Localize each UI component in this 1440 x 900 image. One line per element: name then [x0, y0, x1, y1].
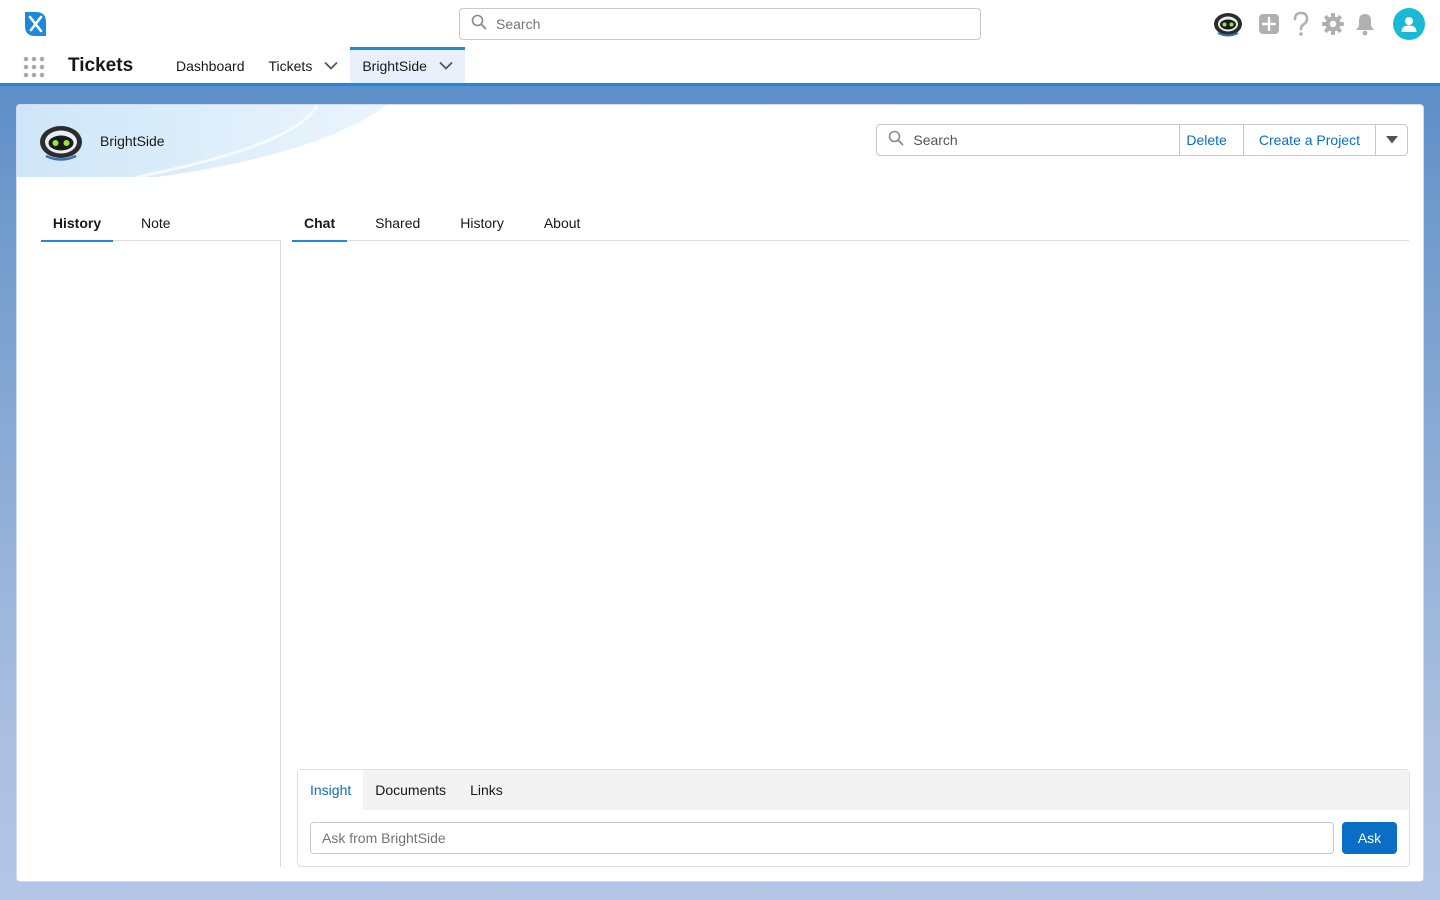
robot-avatar-icon[interactable]	[1211, 8, 1245, 40]
nav-item-tickets[interactable]: Tickets	[257, 48, 351, 83]
left-tab-bar: History Note	[41, 205, 281, 242]
composer-tab-bar: Insight Documents Links	[298, 770, 1409, 810]
right-tab-bar: Chat Shared History About	[292, 205, 1409, 242]
caret-down-icon	[1385, 131, 1398, 149]
record-title: BrightSide	[100, 133, 165, 149]
record-search-placeholder: Search	[913, 132, 958, 148]
search-icon	[471, 14, 487, 35]
more-actions-dropdown[interactable]	[1376, 125, 1407, 155]
gear-icon[interactable]	[1321, 8, 1345, 40]
record-search-input[interactable]: Search	[877, 125, 1181, 155]
delete-button[interactable]: Delete	[1180, 125, 1244, 155]
tab-note[interactable]: Note	[129, 205, 183, 241]
tab-insight[interactable]: Insight	[298, 770, 364, 810]
tab-about[interactable]: About	[532, 205, 593, 241]
nav-item-label: Tickets	[268, 57, 313, 74]
chevron-down-icon[interactable]	[324, 61, 338, 70]
create-project-button[interactable]: Create a Project	[1243, 125, 1376, 155]
app-launcher-icon[interactable]	[23, 56, 45, 78]
global-header: Search	[0, 0, 1440, 48]
ask-input[interactable]	[310, 822, 1334, 854]
bell-icon[interactable]	[1353, 8, 1377, 40]
record-header: BrightSide Search Delete Create a Projec…	[17, 105, 1423, 177]
tab-shared[interactable]: Shared	[363, 205, 432, 241]
tab-links[interactable]: Links	[458, 770, 515, 810]
app-name: Tickets	[68, 55, 134, 76]
record-card: BrightSide Search Delete Create a Projec…	[16, 104, 1424, 882]
help-icon[interactable]	[1289, 8, 1313, 40]
header-icon-group	[1211, 8, 1425, 40]
record-actions: Search Delete Create a Project	[876, 124, 1408, 156]
tab-history[interactable]: History	[448, 205, 516, 241]
nav-item-label: BrightSide	[362, 57, 427, 74]
chevron-down-icon[interactable]	[439, 61, 453, 70]
nav-items: Dashboard Tickets BrightSide	[164, 47, 465, 83]
robot-avatar-icon	[37, 123, 85, 163]
tab-history[interactable]: History	[41, 205, 113, 242]
ask-button[interactable]: Ask	[1342, 822, 1397, 854]
nav-item-label: Dashboard	[176, 57, 245, 74]
search-icon	[888, 130, 904, 151]
chat-composer: Insight Documents Links Ask	[297, 769, 1410, 867]
plus-icon[interactable]	[1257, 8, 1281, 40]
tab-chat[interactable]: Chat	[292, 205, 348, 242]
panel-divider	[280, 241, 281, 867]
nav-item-brightside[interactable]: BrightSide	[350, 47, 465, 83]
user-avatar-icon[interactable]	[1393, 8, 1425, 40]
global-search-input[interactable]: Search	[459, 8, 981, 40]
global-search-placeholder: Search	[496, 16, 541, 32]
logo-icon[interactable]	[22, 10, 48, 38]
tab-documents[interactable]: Documents	[363, 770, 458, 810]
nav-item-dashboard[interactable]: Dashboard	[164, 48, 257, 83]
app-nav-bar: Tickets Dashboard Tickets BrightSide	[0, 47, 1440, 86]
